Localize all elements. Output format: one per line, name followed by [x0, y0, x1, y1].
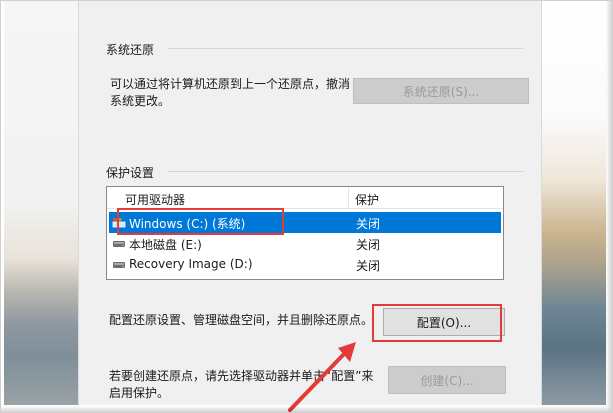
drive-name: Windows (C:) (系统) — [129, 217, 246, 231]
drive-protection-status: 关闭 — [356, 259, 381, 273]
system-restore-button[interactable]: 系统还原(S)... — [353, 78, 529, 104]
desktop-wallpaper-left — [4, 0, 78, 405]
table-row-drive-c[interactable]: Windows (C:) (系统) 关闭 — [109, 212, 501, 233]
system-restore-description: 可以通过将计算机还原到上一个还原点，撤消 系统更改。 — [110, 76, 360, 110]
table-row-drive-d[interactable]: Recovery Image (D:) 关闭 — [109, 254, 501, 275]
column-header-protection[interactable]: 保护 — [355, 191, 379, 208]
protection-settings-group-title: 保护设置 — [106, 166, 155, 180]
drive-protection-status: 关闭 — [356, 217, 381, 231]
create-description: 若要创建还原点，请先选择驱动器并单击“配置”来 启用保护。 — [109, 368, 379, 402]
table-row-drive-e[interactable]: 本地磁盘 (E:) 关闭 — [109, 233, 501, 254]
group-divider — [168, 48, 523, 49]
table-header: 可用驱动器 保护 — [107, 187, 503, 209]
drive-icon — [113, 262, 125, 268]
column-separator[interactable] — [348, 187, 349, 209]
create-description-line1: 若要创建还原点，请先选择驱动器并单击“配置”来 — [109, 369, 374, 383]
column-header-drive[interactable]: 可用驱动器 — [125, 191, 185, 208]
system-restore-group-title: 系统还原 — [106, 43, 155, 57]
system-drive-icon — [112, 218, 126, 228]
drives-table: 可用驱动器 保护 Windows (C:) (系统) 关闭 本地磁盘 (E:) … — [106, 186, 504, 280]
configure-button[interactable]: 配置(O)... — [383, 308, 505, 336]
system-restore-description-line1: 可以通过将计算机还原到上一个还原点，撤消 — [110, 77, 351, 91]
configure-description: 配置还原设置、管理磁盘空间，并且删除还原点。 — [109, 313, 374, 327]
desktop-wallpaper-right — [542, 0, 606, 405]
drive-protection-status: 关闭 — [356, 238, 381, 252]
create-description-line2: 启用保护。 — [109, 386, 170, 400]
drive-name: 本地磁盘 (E:) — [129, 238, 202, 252]
drive-icon — [113, 241, 125, 247]
group-divider — [168, 171, 523, 172]
drive-name: Recovery Image (D:) — [129, 257, 253, 271]
system-restore-description-line2: 系统更改。 — [110, 94, 171, 108]
create-button[interactable]: 创建(C)... — [388, 366, 506, 394]
